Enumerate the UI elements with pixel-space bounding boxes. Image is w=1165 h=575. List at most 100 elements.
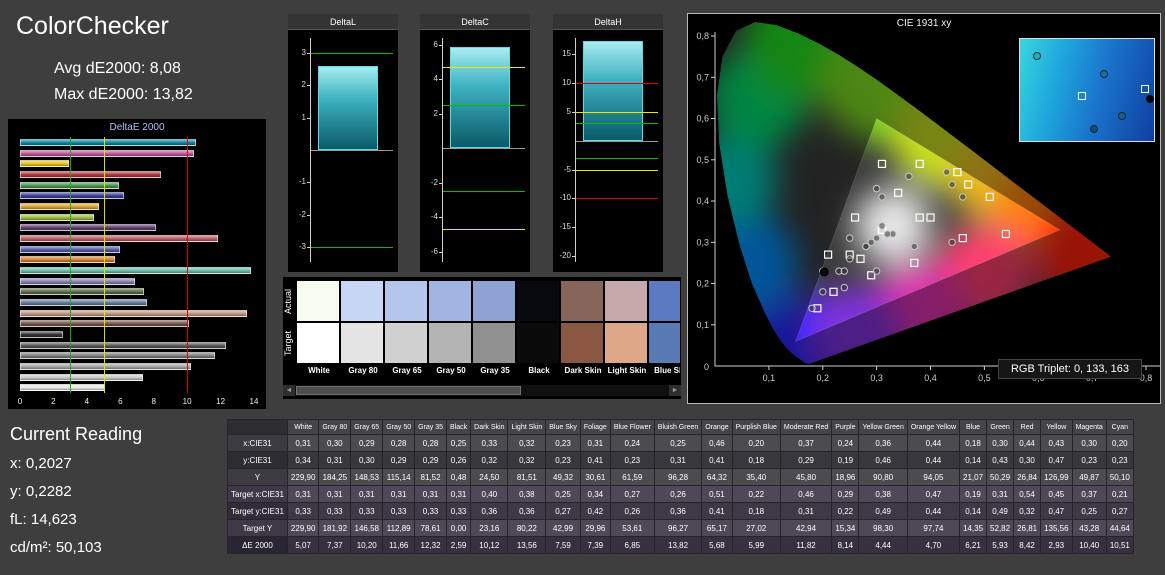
table-cell: 45,80 <box>779 468 833 486</box>
reading-fl-label: fL: <box>10 511 27 528</box>
y-axis <box>442 38 443 262</box>
svg-text:0,8: 0,8 <box>696 31 709 41</box>
scrollbar-thumb[interactable] <box>296 386 521 395</box>
y-tick-label: -15 <box>559 222 571 232</box>
table-cell: 0,14 <box>959 451 988 469</box>
table-cell: 24,50 <box>470 468 509 486</box>
y-tick <box>307 52 310 54</box>
inset-measured-marker <box>1145 95 1154 104</box>
table-cell: 0,32 <box>507 434 547 452</box>
scroll-left-arrow[interactable]: ◄ <box>283 385 295 396</box>
actual-swatch-dark-skin <box>561 281 603 321</box>
table-cell: 0,29 <box>831 485 860 503</box>
table-cell: 0,19 <box>959 485 988 503</box>
table-corner <box>227 419 288 435</box>
table-cell: 0,29 <box>382 451 416 469</box>
y-tick-label: -4 <box>430 212 438 222</box>
y-tick-label: 4 <box>433 74 438 84</box>
y-tick <box>307 85 310 87</box>
target-swatch-gray-35 <box>473 323 515 363</box>
table-cell: 0,30 <box>1013 451 1042 469</box>
table-cell: 0,32 <box>1013 502 1042 520</box>
deltal-chart: DeltaL 3 2 1 -1 -2 -3 <box>288 14 398 272</box>
col-header: Blue Sky <box>545 419 581 435</box>
x-tick-label: 12 <box>216 397 226 406</box>
table-cell: 0,46 <box>858 451 908 469</box>
table-cell: 11,82 <box>779 536 833 554</box>
table-cell: 78,61 <box>414 519 448 537</box>
actual-swatch-gray-65 <box>385 281 427 321</box>
table-cell: 0,31 <box>350 485 384 503</box>
table-cell: 27,02 <box>731 519 781 537</box>
deltae-bar-blue-flower <box>20 277 135 285</box>
y-tick-label: -2 <box>298 209 306 219</box>
table-cell: 0,31 <box>414 485 448 503</box>
svg-text:0,3: 0,3 <box>696 237 709 247</box>
table-cell: 0,22 <box>831 502 860 520</box>
rgb-triplet-label: RGB Triplet: 0, 133, 163 <box>997 359 1142 379</box>
table-cell: 0,20 <box>731 434 781 452</box>
reading-x-label: x: <box>10 455 22 472</box>
table-cell: 0,31 <box>986 485 1015 503</box>
table-cell: 0,33 <box>350 502 384 520</box>
swatch-labels: White Gray 80 Gray 65 Gray 50 Gray 35 Black Da… <box>297 366 680 379</box>
scroll-right-arrow[interactable]: ► <box>669 385 681 396</box>
table-cell: 5,07 <box>286 536 320 554</box>
table-cell: 4,44 <box>858 536 908 554</box>
table-cell: 0,00 <box>446 519 472 537</box>
horizontal-scrollbar[interactable]: ◄ ► <box>283 385 681 396</box>
deltah-chart: DeltaH 15 10 5 -5 -10 -15 -20 <box>553 14 663 272</box>
table-cell: 12,32 <box>414 536 448 554</box>
y-tick-label: 2 <box>301 80 306 90</box>
table-cell: 146,58 <box>350 519 384 537</box>
actual-swatch-blue-sky <box>649 281 680 321</box>
x-tick-label: 10 <box>182 397 192 406</box>
actual-swatch-gray-50 <box>429 281 471 321</box>
col-header: Bluish Green <box>653 419 703 435</box>
table-cell: 0,36 <box>470 502 509 520</box>
row-label: x:CIE31 <box>227 434 288 452</box>
table-cell: 0,33 <box>470 434 509 452</box>
table-cell: 0,45 <box>1040 485 1073 503</box>
reading-y-label: y: <box>10 483 22 500</box>
table-cell: 0,38 <box>858 485 908 503</box>
actual-swatch-light-skin <box>605 281 647 321</box>
svg-text:0,5: 0,5 <box>978 373 991 383</box>
table-cell: 21,07 <box>959 468 988 486</box>
avg-de2000-label: Avg dE2000: <box>54 60 146 77</box>
col-header: Yellow Green <box>858 419 908 435</box>
y-tick <box>439 251 442 253</box>
reading-fl: fL: 14,623 <box>10 511 142 528</box>
x-tick-label: 0 <box>17 397 23 406</box>
table-cell: 26,84 <box>1013 468 1042 486</box>
table-cell: 23,16 <box>470 519 509 537</box>
col-header: Purple <box>831 419 860 435</box>
deltae-bar-orange-yellow <box>20 202 99 210</box>
threshold-line <box>576 111 658 113</box>
col-header: Gray 35 <box>414 419 448 435</box>
table-cell: 2,93 <box>1040 536 1073 554</box>
table-cell: 0,29 <box>779 451 833 469</box>
col-header: Green <box>986 419 1015 435</box>
threshold-line <box>103 137 105 393</box>
table-cell: 0,43 <box>1040 434 1073 452</box>
reading-y-value: 0,2282 <box>25 483 72 500</box>
table-cell: 126,99 <box>1040 468 1073 486</box>
col-header: Gray 50 <box>382 419 416 435</box>
table-cell: 0,41 <box>701 502 733 520</box>
y-tick-label: 2 <box>433 108 438 118</box>
svg-text:0,1: 0,1 <box>763 373 776 383</box>
swatch-label: Gray 65 <box>392 366 422 375</box>
table-cell: 0,41 <box>579 451 611 469</box>
current-reading-section: Current Reading x: 0,2027 y: 0,2282 fL: … <box>10 424 142 567</box>
y-tick-label: -2 <box>430 177 438 187</box>
table-cell: 0,49 <box>986 502 1015 520</box>
svg-text:0: 0 <box>704 362 709 372</box>
table-cell: 10,51 <box>1105 536 1134 554</box>
y-tick-label: -1 <box>298 177 306 187</box>
col-header: Orange <box>701 419 733 435</box>
col-header: Foliage <box>579 419 611 435</box>
actual-swatch-black <box>517 281 559 321</box>
deltae-bar-foliage <box>20 288 144 296</box>
row-label: Target Y <box>227 519 288 537</box>
